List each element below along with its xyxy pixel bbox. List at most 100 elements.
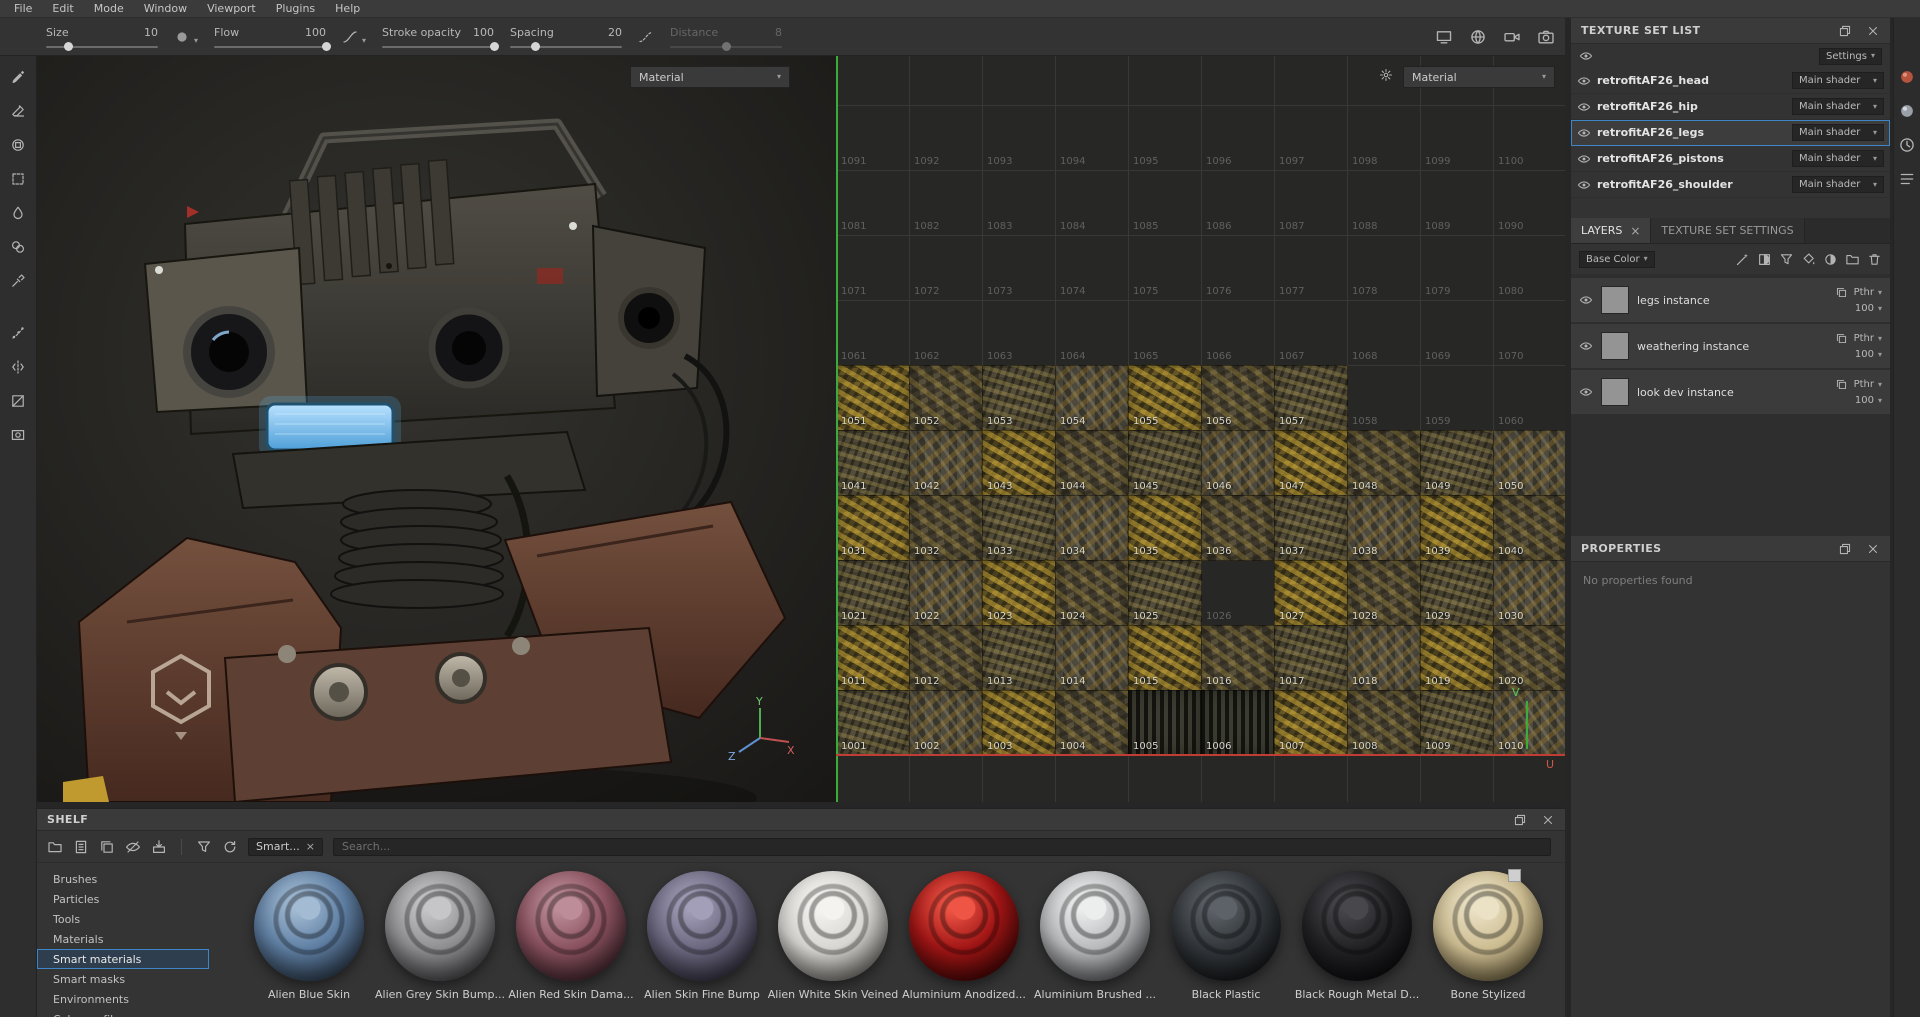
add-mask-icon[interactable] — [1757, 252, 1772, 267]
uv-tile-1074[interactable]: 1074 — [1055, 235, 1129, 301]
menu-mode[interactable]: Mode — [84, 1, 134, 16]
material-sphere[interactable] — [254, 871, 364, 981]
uv-tile-1098[interactable]: 1098 — [1347, 105, 1421, 171]
menu-help[interactable]: Help — [325, 1, 370, 16]
texture-set-row-retrofitaf26-legs[interactable]: retrofitAF26_legsMain shader▾ — [1571, 120, 1890, 146]
uv-tile-1093[interactable]: 1093 — [982, 105, 1056, 171]
float-panel-icon[interactable] — [1838, 24, 1852, 38]
uv-tile-1076[interactable]: 1076 — [1201, 235, 1275, 301]
uv-tile-1012[interactable]: 1012 — [909, 625, 983, 691]
new-resource-icon[interactable] — [73, 839, 89, 855]
filter-icon[interactable] — [196, 839, 212, 855]
visibility-eye-icon[interactable] — [1579, 49, 1593, 63]
filter-tag[interactable]: Smart...× — [248, 838, 323, 856]
uv-tile-1009[interactable]: 1009 — [1420, 690, 1494, 756]
shelf-search-input[interactable] — [333, 838, 1551, 856]
uv-tile-1087[interactable]: 1087 — [1274, 170, 1348, 236]
opacity-dropdown[interactable]: 100▾ — [1855, 395, 1882, 406]
uv-tile-1020[interactable]: 1020 — [1493, 625, 1565, 691]
close-icon[interactable]: × — [306, 840, 315, 853]
duplicate-icon[interactable] — [99, 839, 115, 855]
uv-tile-1099[interactable]: 1099 — [1420, 105, 1494, 171]
shader-dropdown[interactable]: Main shader▾ — [1792, 150, 1884, 167]
layer-row-look-dev-instance[interactable]: look dev instancePthr▾100▾ — [1571, 370, 1890, 414]
visibility-eye-icon[interactable] — [1579, 385, 1593, 399]
uv-tile-1097[interactable]: 1097 — [1274, 105, 1348, 171]
uv-tile-1061[interactable]: 1061 — [836, 300, 910, 366]
visibility-eye-icon[interactable] — [1577, 100, 1591, 114]
uv-tile-1033[interactable]: 1033 — [982, 495, 1056, 561]
uv-tile-1054[interactable]: 1054 — [1055, 365, 1129, 431]
menu-edit[interactable]: Edit — [42, 1, 83, 16]
texture-set-row-retrofitaf26-head[interactable]: retrofitAF26_headMain shader▾ — [1571, 68, 1890, 94]
uv-tile-1041[interactable]: 1041 — [836, 430, 910, 496]
uv-tile-1029[interactable]: 1029 — [1420, 560, 1494, 626]
opacity-dropdown[interactable]: 100▾ — [1855, 349, 1882, 360]
slider-knob[interactable] — [722, 42, 731, 51]
float-panel-icon[interactable] — [1513, 813, 1527, 827]
falloff-icon[interactable]: ▾ — [342, 29, 366, 45]
uv-tile-1100[interactable]: 1100 — [1493, 105, 1565, 171]
uv-tile-1026[interactable]: 1026 — [1201, 560, 1275, 626]
add-effect-icon[interactable] — [1735, 252, 1750, 267]
texture-set-row-retrofitaf26-hip[interactable]: retrofitAF26_hipMain shader▾ — [1571, 94, 1890, 120]
uv-tile-1086[interactable]: 1086 — [1201, 170, 1275, 236]
uv-tile-1049[interactable]: 1049 — [1420, 430, 1494, 496]
uv-tile-1077[interactable]: 1077 — [1274, 235, 1348, 301]
uv-tile-1065[interactable]: 1065 — [1128, 300, 1202, 366]
shader-dropdown[interactable]: Main shader▾ — [1792, 72, 1884, 89]
uv-tile-1001[interactable]: 1001 — [836, 690, 910, 756]
uv-tile-1079[interactable]: 1079 — [1420, 235, 1494, 301]
uv-tile-1035[interactable]: 1035 — [1128, 495, 1202, 561]
uv-tile-1088[interactable]: 1088 — [1347, 170, 1421, 236]
tab-layers[interactable]: LAYERS× — [1571, 218, 1651, 243]
param-slider[interactable] — [214, 46, 326, 48]
uv-tile-1004[interactable]: 1004 — [1055, 690, 1129, 756]
visibility-eye-icon[interactable] — [1577, 152, 1591, 166]
uv-tile-1060[interactable]: 1060 — [1493, 365, 1565, 431]
shader-sphere-icon[interactable] — [1469, 28, 1487, 46]
settings-dropdown[interactable]: Settings▾ — [1819, 48, 1882, 65]
display-settings-icon[interactable] — [1898, 102, 1916, 120]
uv-tile-1053[interactable]: 1053 — [982, 365, 1056, 431]
blend-mode-dropdown[interactable]: Pthr▾ — [1854, 379, 1882, 390]
uv-tile-1002[interactable]: 1002 — [909, 690, 983, 756]
polygon-fill-tool[interactable] — [5, 166, 31, 192]
uv-tile-1066[interactable]: 1066 — [1201, 300, 1275, 366]
uv-tile-1084[interactable]: 1084 — [1055, 170, 1129, 236]
uv-tile-1042[interactable]: 1042 — [909, 430, 983, 496]
material-sphere[interactable] — [1433, 871, 1543, 981]
layer-row-legs-instance[interactable]: legs instancePthr▾100▾ — [1571, 278, 1890, 322]
visibility-eye-icon[interactable] — [1579, 293, 1593, 307]
uv-tile-1094[interactable]: 1094 — [1055, 105, 1129, 171]
stencil-tool[interactable] — [5, 422, 31, 448]
layer-row-weathering-instance[interactable]: weathering instancePthr▾100▾ — [1571, 324, 1890, 368]
uv-tile-1083[interactable]: 1083 — [982, 170, 1056, 236]
uv-tile-1091[interactable]: 1091 — [836, 105, 910, 171]
material-sphere[interactable] — [647, 871, 757, 981]
uv-tile-1021[interactable]: 1021 — [836, 560, 910, 626]
particles-tool[interactable] — [5, 320, 31, 346]
shelf-material-alien-red-skin-dama[interactable]: Alien Red Skin Dama... — [513, 871, 629, 1017]
uv-tile-1089[interactable]: 1089 — [1420, 170, 1494, 236]
uv-tile-1051[interactable]: 1051 — [836, 365, 910, 431]
log-icon[interactable] — [1898, 170, 1916, 188]
shader-dropdown[interactable]: Main shader▾ — [1792, 124, 1884, 141]
uv-tile-1068[interactable]: 1068 — [1347, 300, 1421, 366]
display-mode-icon[interactable] — [1435, 28, 1453, 46]
shelf-material-black-plastic[interactable]: Black Plastic — [1168, 871, 1284, 1017]
uv-tile-1025[interactable]: 1025 — [1128, 560, 1202, 626]
uv-tile-1071[interactable]: 1071 — [836, 235, 910, 301]
uv-tile-1024[interactable]: 1024 — [1055, 560, 1129, 626]
folder-icon[interactable] — [47, 839, 63, 855]
uv-tile-1047[interactable]: 1047 — [1274, 430, 1348, 496]
shelf-category-brushes[interactable]: Brushes — [37, 869, 209, 889]
add-folder-icon[interactable] — [1845, 252, 1860, 267]
material-picker-tool[interactable] — [5, 268, 31, 294]
shelf-category-environments[interactable]: Environments — [37, 989, 209, 1009]
uv-tile-1070[interactable]: 1070 — [1493, 300, 1565, 366]
uv-tile-1040[interactable]: 1040 — [1493, 495, 1565, 561]
uv-tile-1067[interactable]: 1067 — [1274, 300, 1348, 366]
shelf-material-alien-grey-skin-bump[interactable]: Alien Grey Skin Bump... — [382, 871, 498, 1017]
visibility-eye-icon[interactable] — [1577, 74, 1591, 88]
